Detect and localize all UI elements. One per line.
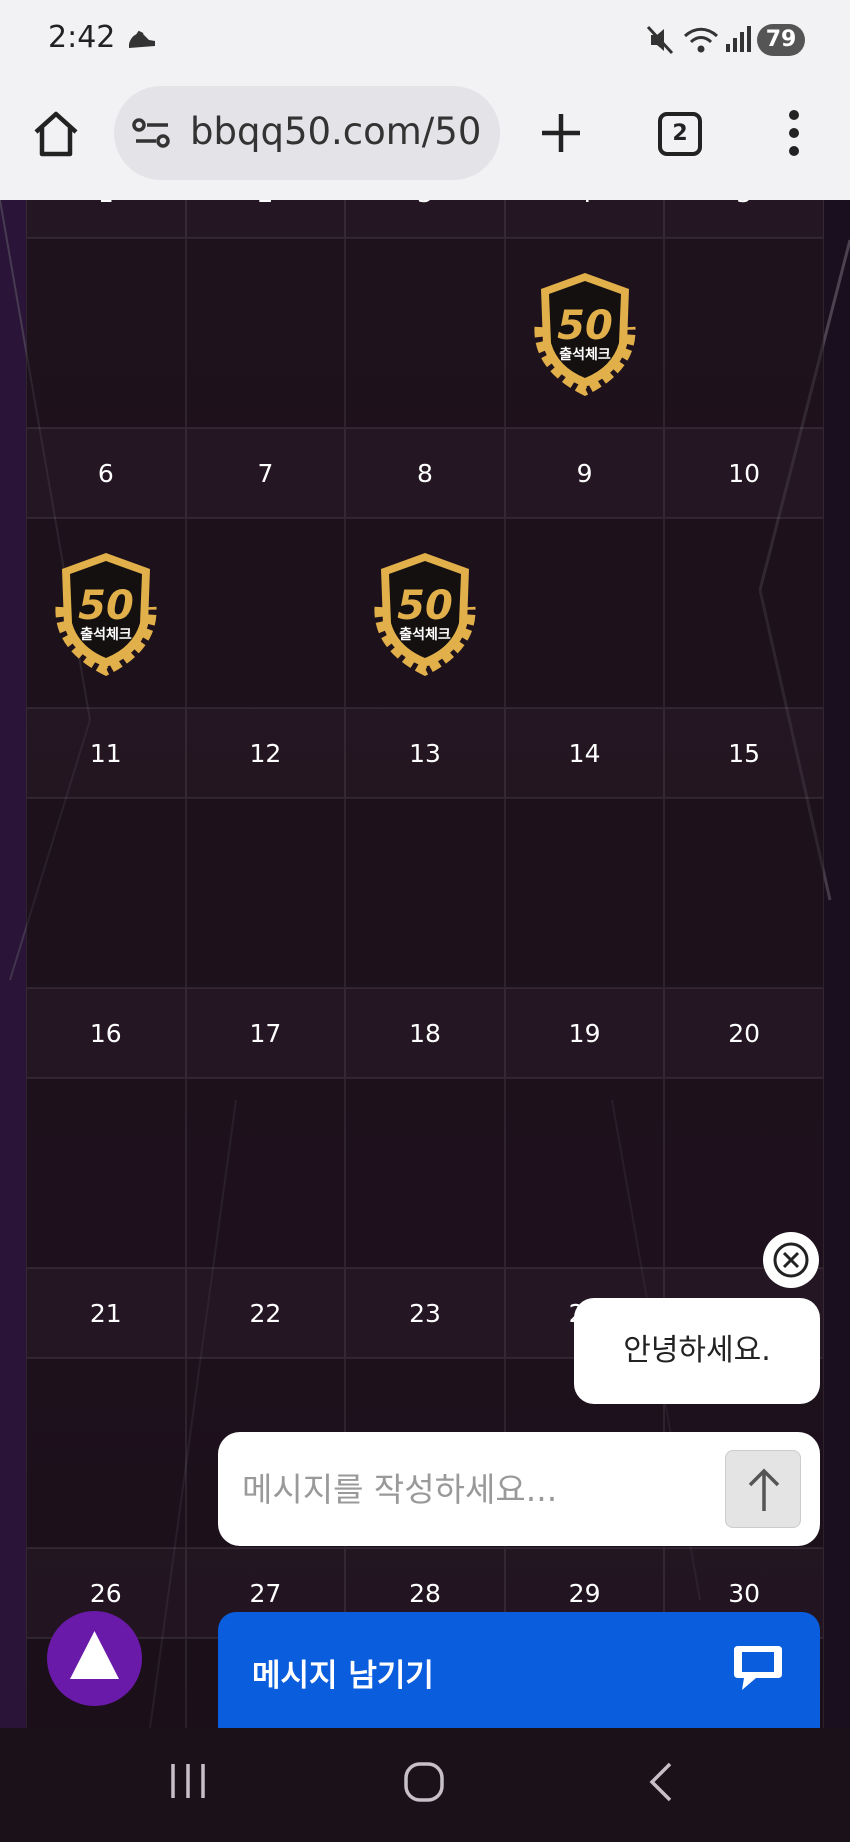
day-number: 12	[185, 708, 346, 798]
close-icon[interactable]	[763, 1232, 819, 1288]
floating-action-button[interactable]	[47, 1611, 142, 1706]
leave-message-label: 메시지 남기기	[252, 1658, 434, 1694]
badge-label: 출석체크	[399, 626, 451, 643]
notification-app-icon	[129, 30, 155, 48]
day-number: 2	[185, 200, 346, 238]
day-number: 14	[504, 708, 665, 798]
day-number: 6	[26, 428, 186, 518]
address-bar[interactable]: bbqq50.com/50	[114, 86, 500, 180]
day-cell	[664, 238, 824, 428]
status-time: 2:42	[48, 20, 116, 55]
day-cell	[185, 798, 346, 988]
day-cell	[345, 238, 505, 428]
chat-greeting-bubble: 안녕하세요.	[574, 1298, 820, 1404]
home-nav-icon[interactable]	[402, 1760, 446, 1804]
day-cell	[504, 518, 665, 708]
day-cell: 50 출석체크	[26, 518, 186, 708]
day-number: 10	[664, 428, 824, 518]
day-cell	[345, 1078, 505, 1268]
day-cell	[26, 798, 186, 988]
recent-apps-icon[interactable]	[168, 1760, 208, 1802]
day-number: 8	[345, 428, 505, 518]
day-number: 17	[185, 988, 346, 1078]
day-cell	[504, 1078, 665, 1268]
badge-label: 출석체크	[80, 626, 132, 643]
day-cell: 50 출석체크	[345, 518, 505, 708]
day-number: 22	[185, 1268, 346, 1358]
chat-message-box	[218, 1432, 820, 1546]
calendar-week-row: 1 2 3 4 5	[26, 200, 824, 238]
day-number: 23	[345, 1268, 505, 1358]
attendance-badge-icon: 50출석체크	[374, 553, 476, 677]
day-cell	[185, 518, 346, 708]
day-number: 19	[504, 988, 665, 1078]
day-cell	[185, 238, 346, 428]
mute-icon	[646, 25, 674, 55]
chat-bubble-icon	[734, 1646, 782, 1690]
calendar-stamp-row	[26, 1078, 824, 1268]
day-cell	[26, 1358, 186, 1548]
day-cell	[664, 518, 824, 708]
browser-toolbar: bbqq50.com/50 2	[0, 80, 850, 200]
more-menu-icon[interactable]	[780, 108, 808, 158]
day-number: 3	[345, 200, 505, 238]
day-cell	[26, 238, 186, 428]
status-bar: 2:42 79	[0, 0, 850, 80]
day-number: 9	[504, 428, 665, 518]
leave-message-button[interactable]: 메시지 남기기	[218, 1612, 820, 1728]
site-settings-icon[interactable]	[132, 116, 172, 150]
back-icon[interactable]	[646, 1760, 676, 1804]
new-tab-icon[interactable]	[536, 108, 586, 158]
tab-switcher-button[interactable]: 2	[658, 112, 702, 156]
day-number: 16	[26, 988, 186, 1078]
calendar-week-row: 11 12 13 14 15	[26, 708, 824, 798]
badge-number: 50	[78, 583, 134, 629]
day-cell	[26, 1078, 186, 1268]
day-number: 5	[664, 200, 824, 238]
arrow-up-icon	[748, 1468, 780, 1511]
day-cell	[185, 1078, 346, 1268]
day-cell: 50 출석체크	[504, 238, 665, 428]
chat-message-input[interactable]	[242, 1460, 722, 1518]
calendar-stamp-row	[26, 798, 824, 988]
attendance-badge-icon: 50출석체크	[55, 553, 157, 677]
system-navigation-bar	[0, 1728, 850, 1842]
signal-icon	[726, 26, 751, 52]
url-text[interactable]: bbqq50.com/50	[190, 110, 490, 153]
day-number: 18	[345, 988, 505, 1078]
day-cell	[504, 798, 665, 988]
calendar-week-row: 16 17 18 19 20	[26, 988, 824, 1078]
badge-label: 출석체크	[559, 346, 611, 363]
day-number: 13	[345, 708, 505, 798]
day-number: 11	[26, 708, 186, 798]
day-cell	[345, 798, 505, 988]
day-cell	[664, 798, 824, 988]
badge-number: 50	[557, 303, 613, 349]
battery-indicator: 79	[757, 24, 805, 56]
wifi-icon	[683, 27, 719, 53]
day-number: 1	[26, 200, 186, 238]
day-number: 7	[185, 428, 346, 518]
day-number: 15	[664, 708, 824, 798]
send-button[interactable]	[725, 1450, 801, 1528]
calendar-stamp-row: 50 출석체크 50 출석체크	[26, 518, 824, 708]
day-number: 4	[504, 200, 665, 238]
home-icon[interactable]	[30, 108, 82, 160]
calendar-stamp-row: 50 출석체크	[26, 238, 824, 428]
day-number: 21	[26, 1268, 186, 1358]
calendar-week-row: 6 7 8 9 10	[26, 428, 824, 518]
badge-number: 50	[397, 583, 453, 629]
attendance-badge-icon: 50출석체크	[534, 273, 636, 397]
day-number: 20	[664, 988, 824, 1078]
triangle-icon	[70, 1631, 119, 1679]
